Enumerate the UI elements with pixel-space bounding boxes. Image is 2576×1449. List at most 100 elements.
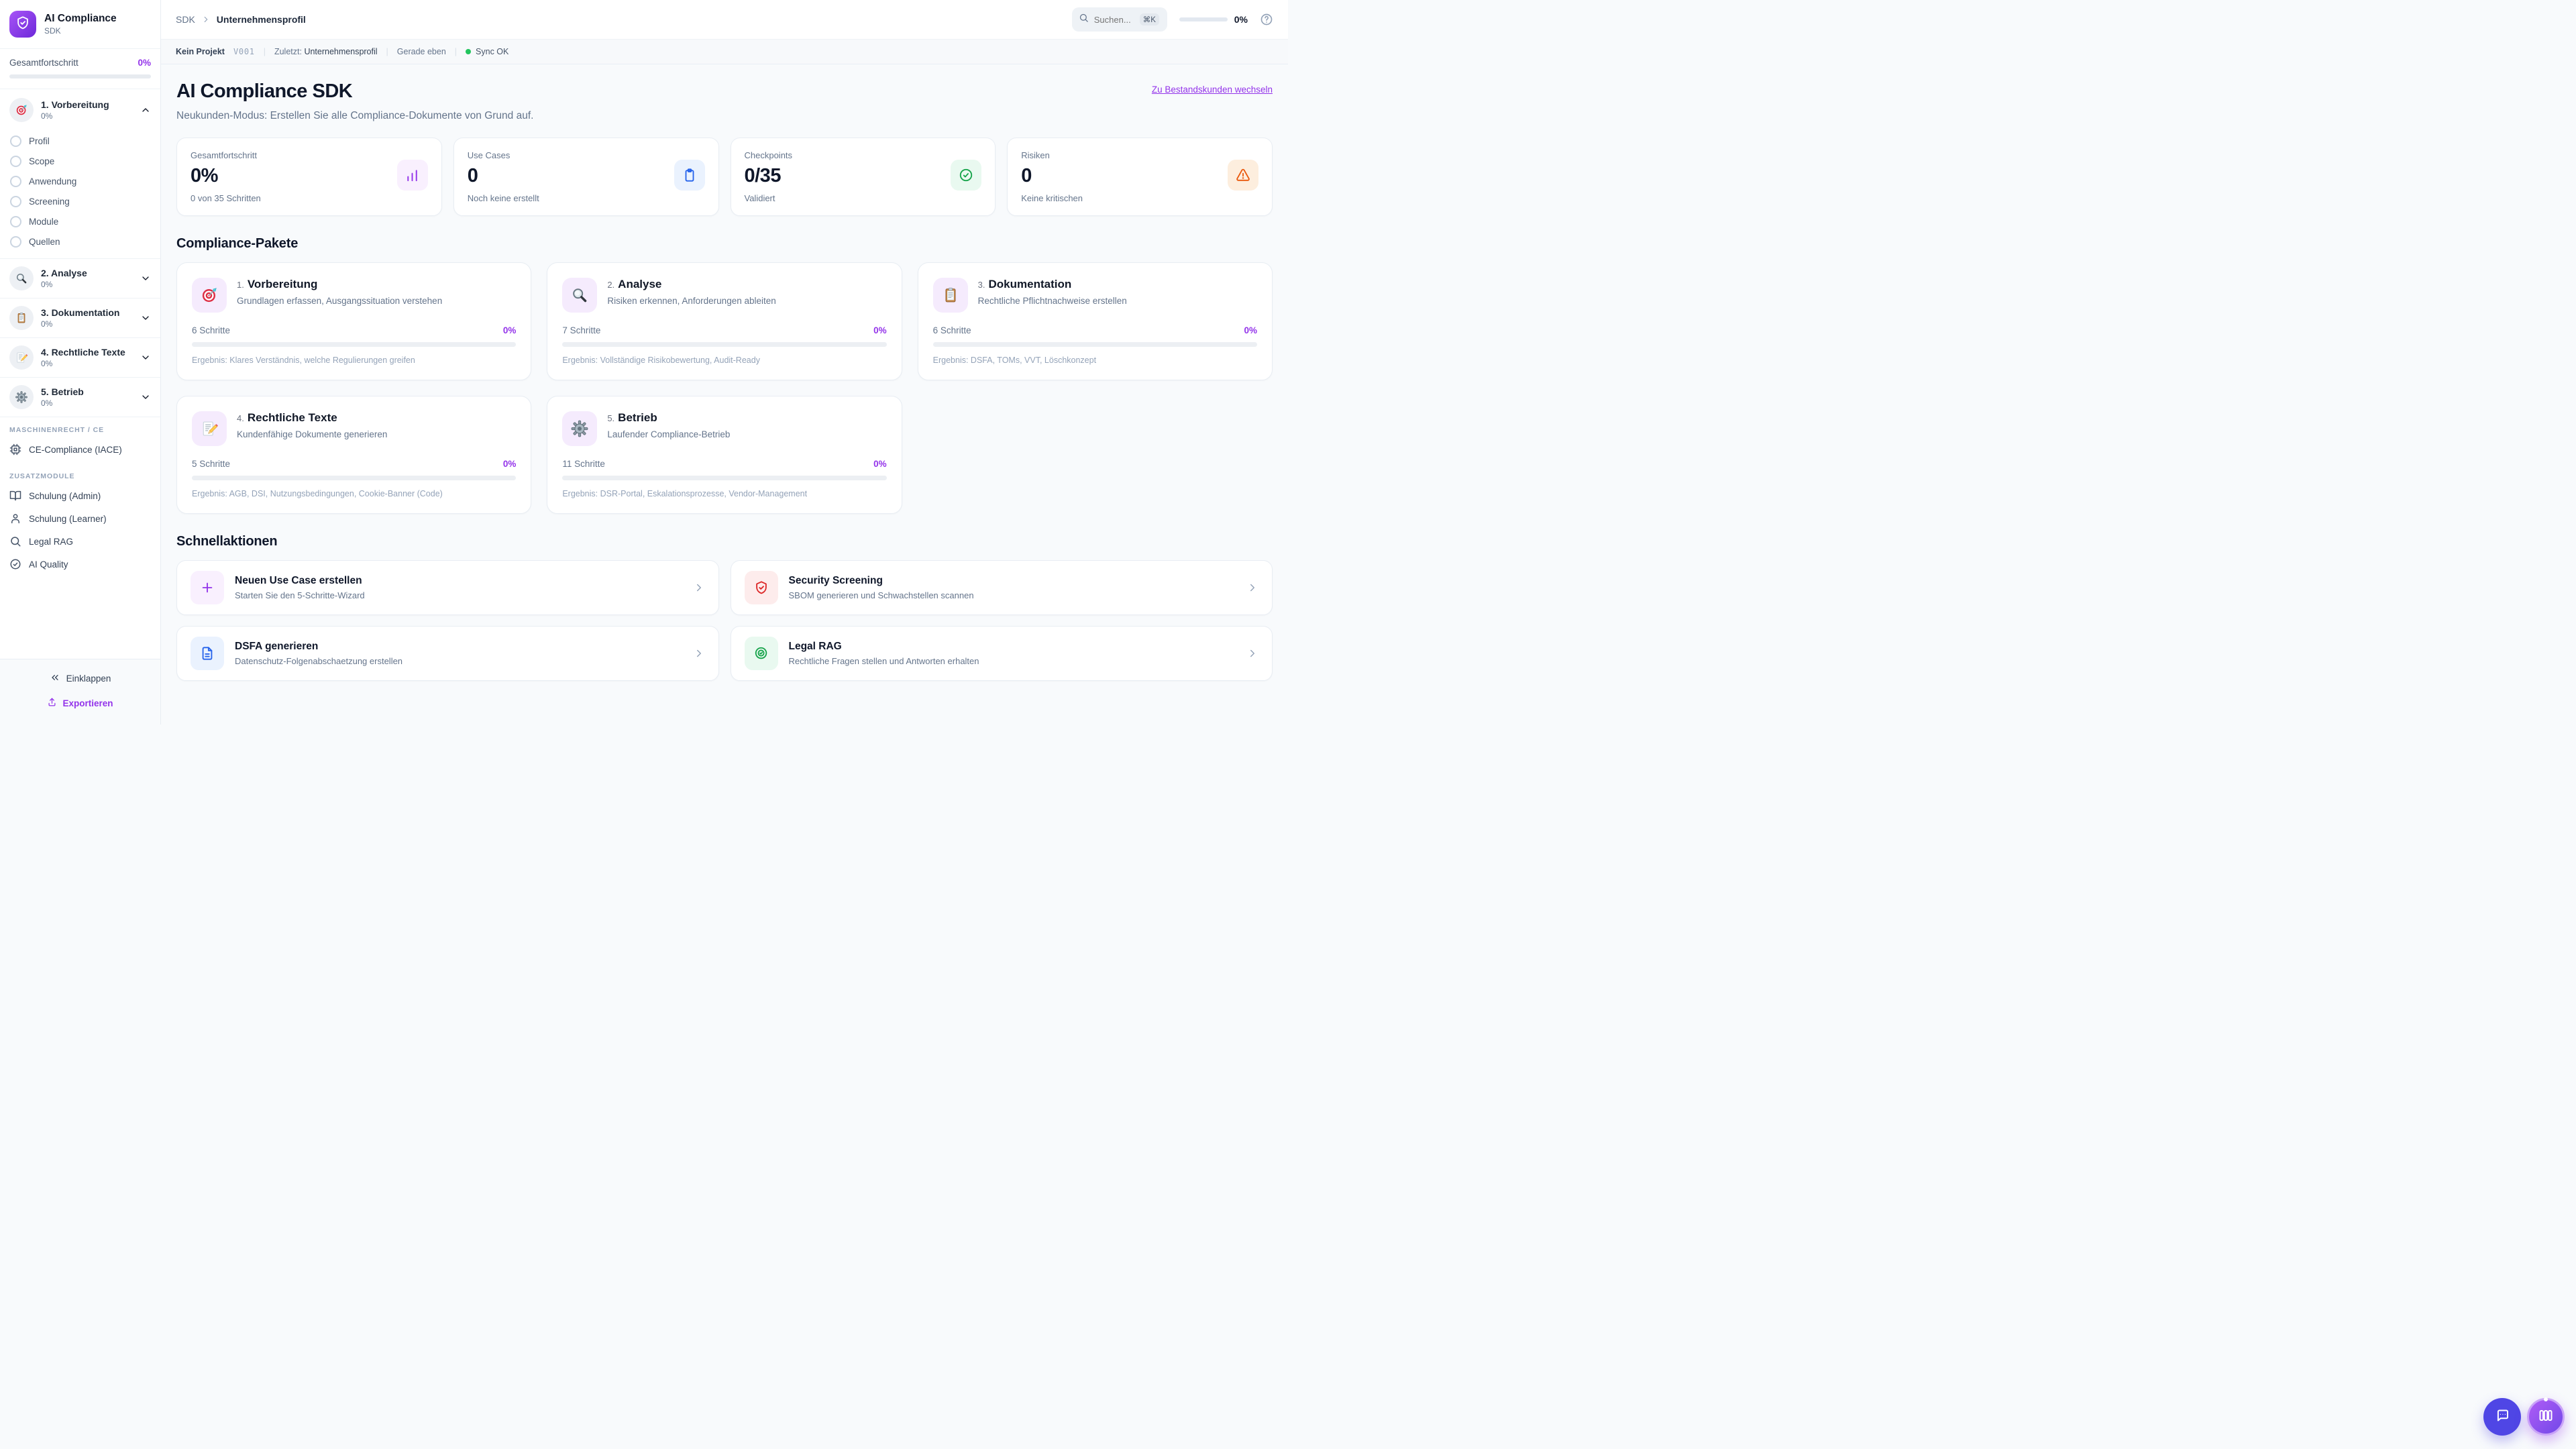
nav-section-text: 2. Analyse 0% xyxy=(41,268,87,289)
overall-progress-label: Gesamtfortschritt xyxy=(9,58,78,68)
chat-fab-button[interactable] xyxy=(2483,1398,2521,1436)
columns-icon xyxy=(2538,1407,2554,1427)
gear-emoji-icon xyxy=(9,385,34,409)
sidebar-item-scope[interactable]: Scope xyxy=(0,151,160,171)
file-text-icon xyxy=(191,637,224,670)
search-input[interactable] xyxy=(1093,14,1134,25)
sidebar-item-schulung-admin[interactable]: Schulung (Admin) xyxy=(0,484,160,507)
main-content: AI Compliance SDK Neukunden-Modus: Erste… xyxy=(161,64,1288,724)
help-icon[interactable] xyxy=(1260,13,1273,26)
sidebar-section-analyse[interactable]: 2. Analyse 0% xyxy=(0,259,160,298)
group-label-maschinenrecht: MASCHINENRECHT / CE xyxy=(9,426,105,434)
check-circle-icon xyxy=(951,160,982,191)
sidebar-item-legal-rag[interactable]: Legal RAG xyxy=(0,530,160,553)
package-card-analyse[interactable]: 2. Analyse Risiken erkennen, Anforderunge… xyxy=(547,262,902,380)
package-card-betrieb[interactable]: 5. Betrieb Laufender Compliance-Betrieb 1… xyxy=(547,396,902,514)
shield-check-icon xyxy=(15,15,30,34)
sidebar-section-rechtliche-texte[interactable]: 4. Rechtliche Texte 0% xyxy=(0,337,160,377)
alert-triangle-icon xyxy=(1228,160,1258,191)
memo-emoji-icon xyxy=(9,345,34,370)
package-progress-bar xyxy=(562,342,887,347)
last-edited: Zuletzt: Unternehmensprofil xyxy=(274,47,378,56)
nav-section-text: 1. Vorbereitung 0% xyxy=(41,99,109,121)
package-progress-bar xyxy=(192,342,517,347)
package-card-rechtliche-texte[interactable]: 4. Rechtliche Texte Kundenfähige Dokument… xyxy=(176,396,532,514)
topbar-right: ⌘K 0% xyxy=(1071,7,1273,32)
sidebar-item-screening[interactable]: Screening xyxy=(0,191,160,211)
bar-chart-icon xyxy=(396,160,428,191)
sidebar-item-ai-quality[interactable]: AI Quality xyxy=(0,553,160,576)
board-fab-button[interactable] xyxy=(2527,1397,2565,1436)
gear-emoji-icon xyxy=(562,411,598,446)
quick-actions: Neuen Use Case erstellen Starten Sie den… xyxy=(176,560,1273,681)
search-check-icon xyxy=(744,637,778,670)
page-subtitle: Neukunden-Modus: Erstellen Sie alle Comp… xyxy=(176,110,534,121)
chevrons-left-icon xyxy=(50,672,60,685)
breadcrumb: SDK Unternehmensprofil xyxy=(176,14,306,25)
nav-section-text: 3. Dokumentation 0% xyxy=(41,307,120,329)
chevron-down-icon xyxy=(140,392,151,402)
sidebar-section-vorbereitung[interactable]: 1. Vorbereitung 0% xyxy=(0,91,160,129)
sidebar-item-profil[interactable]: Profil xyxy=(0,131,160,151)
sidebar-item-module[interactable]: Module xyxy=(0,211,160,231)
step-circle-icon xyxy=(10,155,21,167)
switch-mode-link[interactable]: Zu Bestandskunden wechseln xyxy=(1152,85,1273,95)
status-bar: Kein Projekt V001 | Zuletzt: Unternehmen… xyxy=(161,40,1288,64)
hero: AI Compliance SDK Neukunden-Modus: Erste… xyxy=(176,80,1273,122)
sidebar-item-quellen[interactable]: Quellen xyxy=(0,231,160,252)
notification-dot xyxy=(2544,1397,2548,1401)
sidebar-section-dokumentation[interactable]: 3. Dokumentation 0% xyxy=(0,298,160,337)
chevron-down-icon xyxy=(140,273,151,284)
search-shortcut-kbd: ⌘K xyxy=(1139,13,1159,25)
package-card-vorbereitung[interactable]: 1. Vorbereitung Grundlagen erfassen, Ausg… xyxy=(176,262,532,380)
nav-section-text: 4. Rechtliche Texte 0% xyxy=(41,347,125,368)
sidebar-header: AI Compliance SDK xyxy=(0,0,160,49)
breadcrumb-root[interactable]: SDK xyxy=(176,14,195,25)
shield-check-icon xyxy=(744,571,778,604)
group-label-zusatzmodule: ZUSATZMODULE xyxy=(9,472,75,480)
action-security-screening[interactable]: Security Screening SBOM generieren und S… xyxy=(730,560,1273,615)
header-progress-value: 0% xyxy=(1234,14,1248,25)
overall-progress: Gesamtfortschritt 0% xyxy=(0,49,160,89)
header-progress: 0% xyxy=(1179,14,1248,25)
version-badge: V001 xyxy=(233,47,255,56)
overall-progress-bar xyxy=(9,74,151,78)
search-box[interactable]: ⌘K xyxy=(1071,7,1167,32)
step-circle-icon xyxy=(10,175,21,187)
clipboard-emoji-icon xyxy=(9,306,34,330)
overall-progress-value: 0% xyxy=(138,58,151,68)
book-open-icon xyxy=(9,490,21,502)
step-circle-icon xyxy=(10,235,21,248)
cpu-icon xyxy=(9,443,21,455)
stat-card-risiken: Risiken 0 Keine kritischen xyxy=(1007,138,1273,216)
sidebar-item-schulung-learner[interactable]: Schulung (Learner) xyxy=(0,507,160,530)
chat-bubble-icon xyxy=(2494,1407,2510,1427)
sidebar-item-ce-compliance[interactable]: CE-Compliance (IACE) xyxy=(0,438,160,461)
chevron-right-icon xyxy=(1246,647,1258,659)
stat-card-use-cases: Use Cases 0 Noch keine erstellt xyxy=(453,138,719,216)
action-new-use-case[interactable]: Neuen Use Case erstellen Starten Sie den… xyxy=(176,560,719,615)
sidebar-item-anwendung[interactable]: Anwendung xyxy=(0,171,160,191)
chevron-down-icon xyxy=(140,352,151,363)
action-dsfa-generieren[interactable]: DSFA generieren Datenschutz-Folgenabscha… xyxy=(176,626,719,681)
clipboard-icon xyxy=(674,160,705,191)
app-title-block: AI Compliance SDK xyxy=(44,13,117,36)
chevron-up-icon xyxy=(140,105,151,115)
chevron-right-icon xyxy=(693,582,705,594)
sidebar-section-betrieb[interactable]: 5. Betrieb 0% xyxy=(0,377,160,417)
magnifier-emoji-icon xyxy=(9,266,34,290)
stat-card-gesamtfortschritt: Gesamtfortschritt 0% 0 von 35 Schritten xyxy=(176,138,442,216)
plus-icon xyxy=(191,571,224,604)
magnifier-emoji-icon xyxy=(562,278,598,313)
export-button[interactable]: Exportieren xyxy=(9,692,151,714)
floating-buttons xyxy=(2483,1397,2565,1436)
action-legal-rag[interactable]: Legal RAG Rechtliche Fragen stellen und … xyxy=(730,626,1273,681)
package-card-dokumentation[interactable]: 3. Dokumentation Rechtliche Pflichtnachwe… xyxy=(917,262,1273,380)
sync-status: Sync OK xyxy=(466,47,508,56)
app-subtitle: SDK xyxy=(44,25,61,36)
collapse-sidebar-button[interactable]: Einklappen xyxy=(9,667,151,690)
chevron-right-icon xyxy=(1246,582,1258,594)
memo-emoji-icon xyxy=(192,411,227,446)
chevron-right-icon xyxy=(201,15,211,24)
sidebar-nav: 1. Vorbereitung 0% Profil Scope Anwendun… xyxy=(0,89,160,659)
